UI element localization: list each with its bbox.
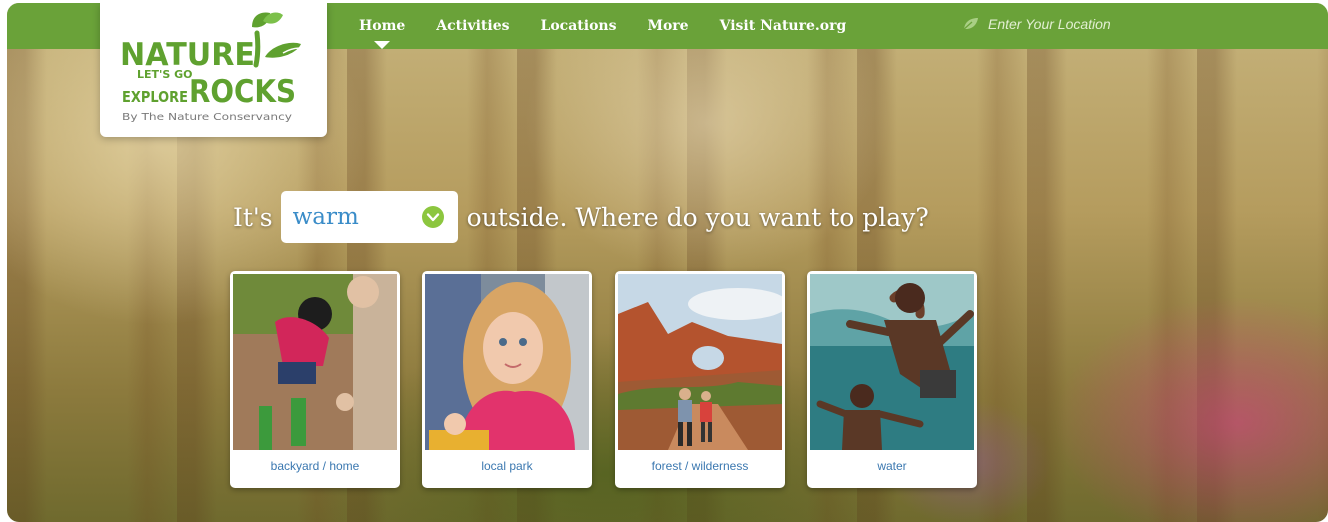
logo-lets-go: LET'S GO: [137, 68, 193, 81]
logo-leaves-icon: [252, 12, 306, 68]
card-backyard-home[interactable]: backyard / home: [230, 271, 400, 488]
headline-suffix: outside. Where do you want to play?: [466, 202, 929, 232]
card-label: forest / wilderness: [651, 459, 749, 473]
card-label: local park: [481, 459, 533, 473]
temperature-value: warm: [292, 204, 359, 230]
nav-more[interactable]: More: [647, 18, 688, 34]
nav-visit-nature-org[interactable]: Visit Nature.org: [720, 18, 847, 34]
headline: It's warm outside. Where do you want to …: [233, 191, 929, 243]
location-input[interactable]: Enter Your Location: [962, 16, 1111, 32]
card-photo-backyard: [233, 274, 397, 450]
logo[interactable]: NATURE LET'S GO EXPLORE ROCKS By The Nat…: [100, 3, 327, 137]
card-forest-wilderness[interactable]: forest / wilderness: [615, 271, 785, 488]
logo-rocks: ROCKS: [189, 74, 296, 110]
nav-activities[interactable]: Activities: [436, 18, 509, 34]
nav-home[interactable]: Home: [359, 18, 405, 49]
logo-explore: EXPLORE: [122, 88, 188, 106]
main-nav: Home Activities Locations More Visit Nat…: [359, 3, 877, 49]
chevron-down-icon: [421, 206, 444, 228]
location-placeholder: Enter Your Location: [988, 16, 1111, 32]
temperature-select[interactable]: warm: [280, 191, 458, 243]
card-label: water: [877, 459, 907, 473]
card-local-park[interactable]: local park: [422, 271, 592, 488]
card-label: backyard / home: [270, 459, 360, 473]
leaf-icon: [962, 18, 978, 31]
card-water[interactable]: water: [807, 271, 977, 488]
logo-byline: By The Nature Conservancy: [122, 112, 292, 123]
headline-prefix: It's: [233, 202, 273, 232]
nav-locations[interactable]: Locations: [541, 18, 617, 34]
card-photo-water: [810, 274, 974, 450]
card-photo-forest: [618, 274, 782, 450]
hero-frame: Home Activities Locations More Visit Nat…: [7, 3, 1328, 522]
card-photo-park: [425, 274, 589, 450]
